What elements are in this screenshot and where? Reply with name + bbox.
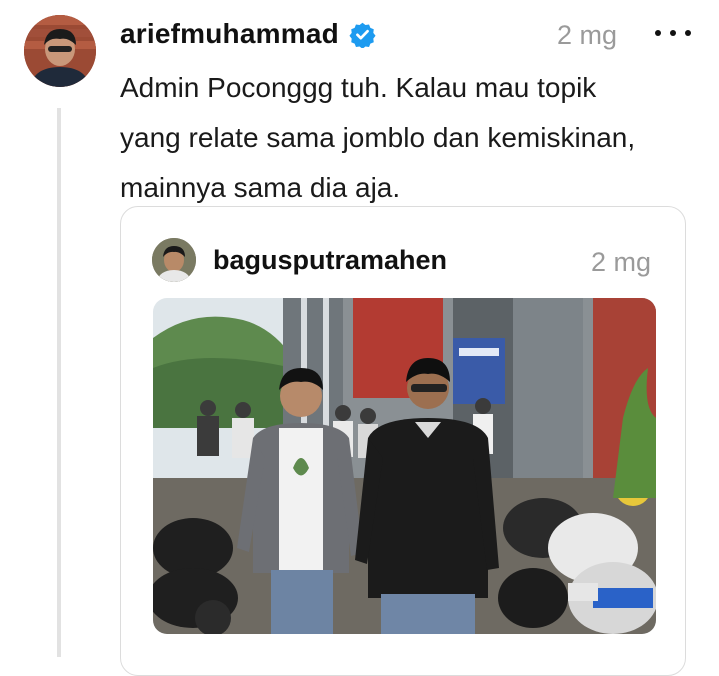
quoted-post-timestamp: 2 mg bbox=[591, 247, 652, 277]
post-author[interactable]: ariefmuhammad bbox=[120, 18, 376, 50]
verified-badge-icon bbox=[349, 22, 376, 48]
quoted-post-card[interactable]: bagusputramahen 2 mg bbox=[120, 206, 686, 676]
quoted-post-photo[interactable] bbox=[153, 298, 656, 634]
quoted-author-username[interactable]: bagusputramahen bbox=[213, 245, 447, 276]
thread-line bbox=[57, 108, 61, 657]
post-timestamp: 2 mg bbox=[557, 20, 618, 50]
quoted-author-avatar[interactable] bbox=[152, 238, 196, 282]
more-horizontal-icon[interactable] bbox=[655, 18, 691, 48]
post-body: Admin Poconggg tuh. Kalau mau topik yang… bbox=[120, 72, 636, 203]
author-username[interactable]: ariefmuhammad bbox=[120, 18, 339, 50]
author-avatar[interactable] bbox=[24, 15, 96, 87]
